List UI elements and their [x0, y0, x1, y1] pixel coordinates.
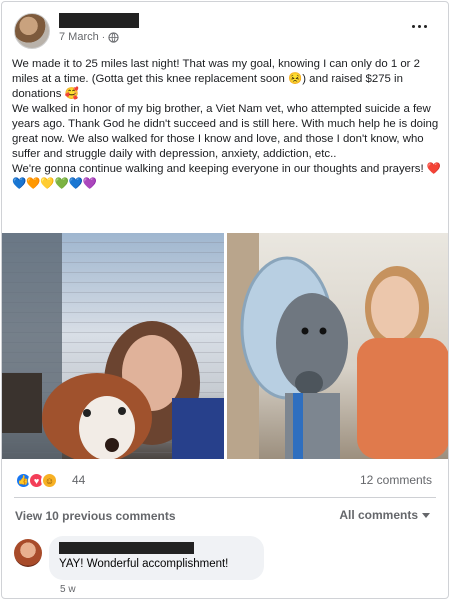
- author-avatar[interactable]: [14, 13, 50, 49]
- comment-count[interactable]: 12 comments: [360, 473, 432, 487]
- reaction-count[interactable]: 44: [72, 473, 85, 487]
- globe-icon[interactable]: [108, 31, 119, 43]
- meta-separator: ·: [101, 31, 106, 43]
- caret-down-icon: [422, 512, 430, 518]
- post-card: 7 March · We made it to 25 miles last ni…: [1, 1, 449, 599]
- post-paragraph-1: We made it to 25 miles last night! That …: [12, 58, 420, 100]
- view-previous-comments-link[interactable]: View 10 previous comments: [15, 509, 176, 523]
- photo-grid: [2, 233, 448, 459]
- photo-selfie-with-dog-icon: [2, 233, 224, 459]
- commenter-avatar[interactable]: [14, 539, 42, 567]
- more-options-icon[interactable]: [412, 18, 432, 34]
- commenter-name-redacted[interactable]: [59, 542, 194, 554]
- post-body: We made it to 25 miles last night! That …: [12, 57, 442, 192]
- post-paragraph-2: We walked in honor of my big brother, a …: [12, 103, 439, 160]
- post-paragraph-3: We're gonna continue walking and keeping…: [12, 163, 442, 190]
- reaction-stats: 👍 ♥ ☺ 44 12 comments: [2, 464, 448, 496]
- comment-timestamp[interactable]: 5 w: [60, 584, 76, 595]
- comment-sort-dropdown[interactable]: All comments: [339, 508, 430, 522]
- comment-text: YAY! Wonderful accomplishment!: [59, 558, 229, 570]
- post-meta: 7 March ·: [59, 31, 119, 43]
- author-name-redacted[interactable]: [59, 13, 139, 28]
- care-icon: ☺: [41, 472, 58, 489]
- post-timestamp[interactable]: 7 March: [59, 31, 99, 43]
- photo-woman-hugging-dog-icon: [226, 233, 448, 459]
- reaction-icons[interactable]: 👍 ♥ ☺: [15, 472, 58, 489]
- photo-selfie-with-dog[interactable]: [2, 233, 224, 459]
- photo-woman-hugging-dog[interactable]: [226, 233, 448, 459]
- post-header: 7 March ·: [2, 2, 448, 54]
- comment-sort-label: All comments: [339, 508, 418, 522]
- comment-bubble: YAY! Wonderful accomplishment!: [49, 536, 264, 580]
- divider: [14, 497, 436, 498]
